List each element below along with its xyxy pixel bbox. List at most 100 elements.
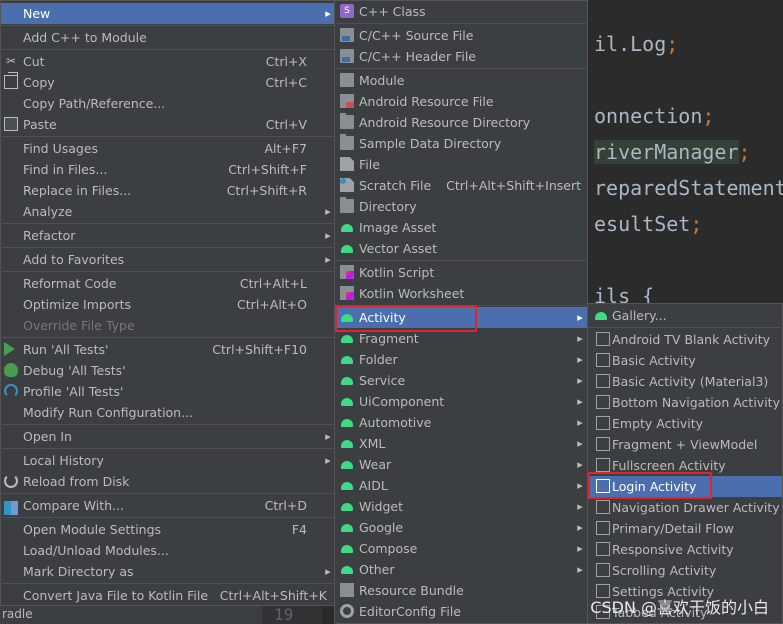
menu-item-primary-detail-flow[interactable]: Primary/Detail Flow bbox=[588, 518, 782, 539]
menu-item-run-all-tests[interactable]: Run 'All Tests' Ctrl+Shift+F10 bbox=[1, 339, 335, 360]
menu-item-copy[interactable]: Copy Ctrl+C bbox=[1, 72, 335, 93]
menu-item-scrolling-activity[interactable]: Scrolling Activity bbox=[588, 560, 782, 581]
menu-item-modify-run-config[interactable]: Modify Run Configuration... bbox=[1, 402, 335, 423]
menu-item-file[interactable]: File bbox=[335, 154, 587, 175]
menu-item-local-history[interactable]: Local History ▸ bbox=[1, 450, 335, 471]
android-icon bbox=[340, 520, 354, 534]
menu-item-find-usages[interactable]: Find Usages Alt+F7 bbox=[1, 138, 335, 159]
code-line: riverManager; bbox=[594, 140, 751, 164]
document-icon bbox=[596, 437, 610, 451]
folder-icon bbox=[340, 134, 354, 150]
menu-item-android-tv-blank-activity[interactable]: Android TV Blank Activity bbox=[588, 329, 782, 350]
menu-item-image-asset[interactable]: Image Asset bbox=[335, 217, 587, 238]
menu-item-new[interactable]: New ▸ bbox=[1, 3, 335, 24]
menu-item-kotlin-worksheet[interactable]: Kotlin Worksheet bbox=[335, 283, 587, 304]
menu-item-add-to-favorites[interactable]: Add to Favorites ▸ bbox=[1, 249, 335, 270]
menu-item-sample-data-directory[interactable]: Sample Data Directory bbox=[335, 133, 587, 154]
document-icon bbox=[596, 374, 610, 388]
copy-icon bbox=[4, 72, 18, 89]
document-icon bbox=[596, 521, 610, 535]
menu-item-open-in[interactable]: Open In ▸ bbox=[1, 426, 335, 447]
menu-item-android-resource-directory[interactable]: Android Resource Directory bbox=[335, 112, 587, 133]
code-line: il.Log; bbox=[594, 32, 679, 56]
menu-item-open-module-settings[interactable]: Open Module Settings F4 bbox=[1, 519, 335, 540]
menu-item-kotlin-script[interactable]: Kotlin Script bbox=[335, 262, 587, 283]
submenu-arrow-icon: ▸ bbox=[577, 563, 583, 576]
menu-item-compose[interactable]: Compose ▸ bbox=[335, 538, 587, 559]
menu-item-load-unload-modules[interactable]: Load/Unload Modules... bbox=[1, 540, 335, 561]
menu-item-scratch-file[interactable]: Scratch File Ctrl+Alt+Shift+Insert bbox=[335, 175, 587, 196]
menu-item-responsive-activity[interactable]: Responsive Activity bbox=[588, 539, 782, 560]
code-line: onnection; bbox=[594, 104, 715, 128]
submenu-arrow-icon: ▸ bbox=[325, 430, 331, 443]
menu-item-google[interactable]: Google ▸ bbox=[335, 517, 587, 538]
code-line: reparedStatement bbox=[594, 176, 783, 200]
menu-item-reformat-code[interactable]: Reformat Code Ctrl+Alt+L bbox=[1, 273, 335, 294]
menu-item-copy-path[interactable]: Copy Path/Reference... bbox=[1, 93, 335, 114]
menu-item-gallery[interactable]: Gallery... bbox=[588, 305, 782, 326]
menu-item-navigation-drawer-activity[interactable]: Navigation Drawer Activity bbox=[588, 497, 782, 518]
menu-item-basic-activity[interactable]: Basic Activity bbox=[588, 350, 782, 371]
menu-item-compare-with[interactable]: Compare With... Ctrl+D bbox=[1, 495, 335, 516]
watermark: CSDN @喜欢干饭的小白 bbox=[590, 598, 769, 617]
android-icon bbox=[340, 352, 354, 366]
module-icon bbox=[340, 73, 354, 87]
menu-item-cpp-header[interactable]: C/C++ Header File bbox=[335, 46, 587, 67]
menu-item-cpp-class[interactable]: S C++ Class bbox=[335, 1, 587, 22]
reload-icon bbox=[4, 474, 18, 488]
menu-item-convert-java-to-kotlin[interactable]: Convert Java File to Kotlin File Ctrl+Alt… bbox=[1, 585, 335, 606]
submenu-arrow-icon: ▸ bbox=[325, 253, 331, 266]
menu-item-paste[interactable]: Paste Ctrl+V bbox=[1, 114, 335, 135]
document-icon bbox=[596, 542, 610, 556]
menu-item-widget[interactable]: Widget ▸ bbox=[335, 496, 587, 517]
menu-item-directory[interactable]: Directory bbox=[335, 196, 587, 217]
android-icon bbox=[340, 394, 354, 408]
menu-item-fragment-viewmodel[interactable]: Fragment + ViewModel bbox=[588, 434, 782, 455]
project-context-menu: New ▸ Add C++ to Module ✂ Cut Ctrl+X Copy Ct… bbox=[0, 0, 336, 606]
android-icon bbox=[340, 331, 354, 345]
menu-item-basic-activity-material3[interactable]: Basic Activity (Material3) bbox=[588, 371, 782, 392]
menu-item-override-file-type: Override File Type bbox=[23, 318, 135, 333]
menu-item-xml[interactable]: XML ▸ bbox=[335, 433, 587, 454]
menu-item-vector-asset[interactable]: Vector Asset bbox=[335, 238, 587, 259]
menu-item-mark-directory-as[interactable]: Mark Directory as ▸ bbox=[1, 561, 335, 582]
menu-item-cpp-source[interactable]: C/C++ Source File bbox=[335, 25, 587, 46]
menu-item-debug-all-tests[interactable]: Debug 'All Tests' bbox=[1, 360, 335, 381]
menu-item-add-cpp[interactable]: Add C++ to Module bbox=[1, 27, 335, 48]
tool-window-label: radle bbox=[0, 605, 262, 624]
menu-item-optimize-imports[interactable]: Optimize Imports Ctrl+Alt+O bbox=[1, 294, 335, 315]
menu-item-service[interactable]: Service ▸ bbox=[335, 370, 587, 391]
submenu-arrow-icon: ▸ bbox=[325, 7, 331, 20]
submenu-arrow-icon: ▸ bbox=[325, 454, 331, 467]
code-line: esultSet; bbox=[594, 212, 703, 236]
menu-item-reload-from-disk[interactable]: Reload from Disk bbox=[1, 471, 335, 492]
menu-item-android-resource-file[interactable]: Android Resource File bbox=[335, 91, 587, 112]
menu-item-resource-bundle[interactable]: Resource Bundle bbox=[335, 580, 587, 601]
submenu-arrow-icon: ▸ bbox=[577, 416, 583, 429]
menu-item-editorconfig-file[interactable]: EditorConfig File bbox=[335, 601, 587, 622]
submenu-arrow-icon: ▸ bbox=[577, 311, 583, 324]
menu-item-bottom-navigation-activity[interactable]: Bottom Navigation Activity bbox=[588, 392, 782, 413]
menu-item-module[interactable]: Module bbox=[335, 70, 587, 91]
submenu-arrow-icon: ▸ bbox=[577, 332, 583, 345]
menu-item-find-in-files[interactable]: Find in Files... Ctrl+Shift+F bbox=[1, 159, 335, 180]
menu-item-empty-activity[interactable]: Empty Activity bbox=[588, 413, 782, 434]
menu-item-folder[interactable]: Folder ▸ bbox=[335, 349, 587, 370]
gear-icon bbox=[340, 604, 354, 618]
document-icon bbox=[596, 563, 610, 577]
menu-item-automotive[interactable]: Automotive ▸ bbox=[335, 412, 587, 433]
cpp-class-icon: S bbox=[340, 4, 354, 18]
menu-item-refactor[interactable]: Refactor ▸ bbox=[1, 225, 335, 246]
menu-item-profile-all-tests[interactable]: Profile 'All Tests' bbox=[1, 381, 335, 402]
android-icon bbox=[340, 373, 354, 387]
android-icon bbox=[340, 478, 354, 492]
menu-item-replace-in-files[interactable]: Replace in Files... Ctrl+Shift+R bbox=[1, 180, 335, 201]
resource-bundle-icon bbox=[340, 583, 354, 597]
menu-item-cut[interactable]: ✂ Cut Ctrl+X bbox=[1, 51, 335, 72]
menu-item-wear[interactable]: Wear ▸ bbox=[335, 454, 587, 475]
menu-item-other[interactable]: Other ▸ bbox=[335, 559, 587, 580]
menu-item-analyze[interactable]: Analyze ▸ bbox=[1, 201, 335, 222]
file-icon bbox=[340, 157, 354, 171]
menu-item-uicomponent[interactable]: UiComponent ▸ bbox=[335, 391, 587, 412]
menu-item-aidl[interactable]: AIDL ▸ bbox=[335, 475, 587, 496]
